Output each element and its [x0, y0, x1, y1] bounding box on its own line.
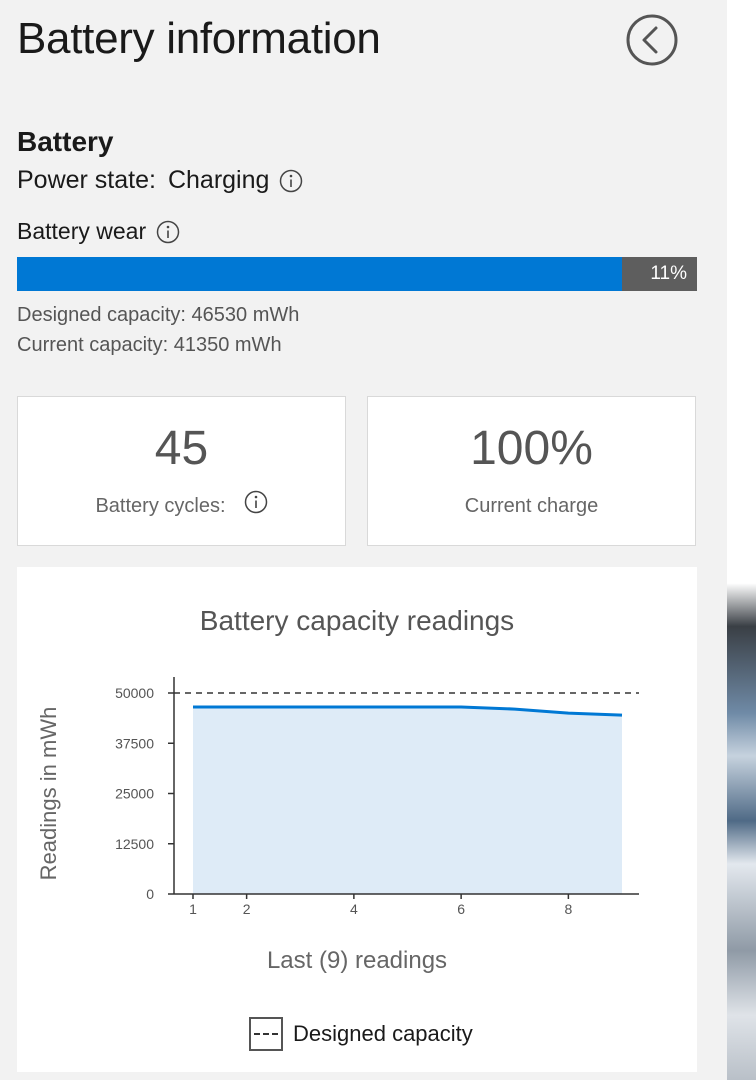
current-charge-label: Current charge: [464, 495, 599, 517]
battery-wear-label: Battery wear: [17, 218, 147, 244]
series-area: [193, 706, 622, 894]
chart-title: Battery capacity readings: [199, 605, 515, 636]
battery-cycles-row: Battery cycles:: [18, 490, 345, 518]
y-tick-label: 12500: [115, 836, 154, 852]
designed-capacity-text: Designed capacity: 46530 mWh: [17, 304, 300, 326]
x-tick-label: 6: [457, 901, 465, 917]
capacity-chart-card: Battery capacity readings 0 12500 25000 375…: [17, 567, 697, 1072]
current-charge-value: 100%: [470, 422, 593, 475]
chart-y-axis-label: Readings in mWh: [36, 707, 61, 881]
current-capacity-text: Current capacity: 41350 mWh: [17, 334, 282, 356]
info-icon[interactable]: [244, 490, 268, 514]
chart-legend: Designed capacity: [249, 1017, 473, 1051]
back-button[interactable]: [626, 14, 678, 66]
x-tick-label: 1: [189, 901, 197, 917]
legend-label: Designed capacity: [293, 1021, 473, 1046]
battery-cycles-card: 45 Battery cycles:: [17, 396, 346, 546]
x-tick-label: 4: [350, 901, 358, 917]
background-image-strip: [727, 0, 756, 1080]
battery-cycles-value: 45: [154, 422, 209, 475]
chart-x-axis-label: Last (9) readings: [266, 947, 448, 974]
chevron-left-icon: [626, 14, 678, 66]
y-tick-label: 37500: [115, 735, 154, 751]
info-icon[interactable]: [279, 169, 303, 193]
battery-cycles-label: Battery cycles:: [95, 495, 226, 517]
battery-wear-percent: 11%: [650, 263, 687, 284]
legend-dashed-swatch: [249, 1017, 283, 1051]
battery-wear-bar-fill: [17, 257, 623, 291]
x-tick-label: 2: [243, 901, 251, 917]
battery-info-panel: Battery information Battery Power state:…: [0, 0, 727, 1080]
power-state-value: Charging: [167, 166, 270, 194]
info-icon[interactable]: [156, 220, 180, 244]
power-state-row: Power state: Charging: [17, 166, 303, 195]
current-charge-card: 100% Current charge: [367, 396, 696, 546]
y-tick-label: 0: [146, 886, 154, 902]
power-state-label: Power state:: [17, 166, 156, 194]
battery-wear-row: Battery wear: [17, 218, 180, 245]
section-title: Battery: [17, 126, 114, 157]
y-tick-label: 50000: [115, 685, 154, 701]
y-tick-label: 25000: [115, 786, 154, 802]
page-title: Battery information: [17, 14, 381, 63]
x-tick-label: 8: [564, 901, 572, 917]
battery-wear-bar: 11%: [17, 257, 697, 291]
